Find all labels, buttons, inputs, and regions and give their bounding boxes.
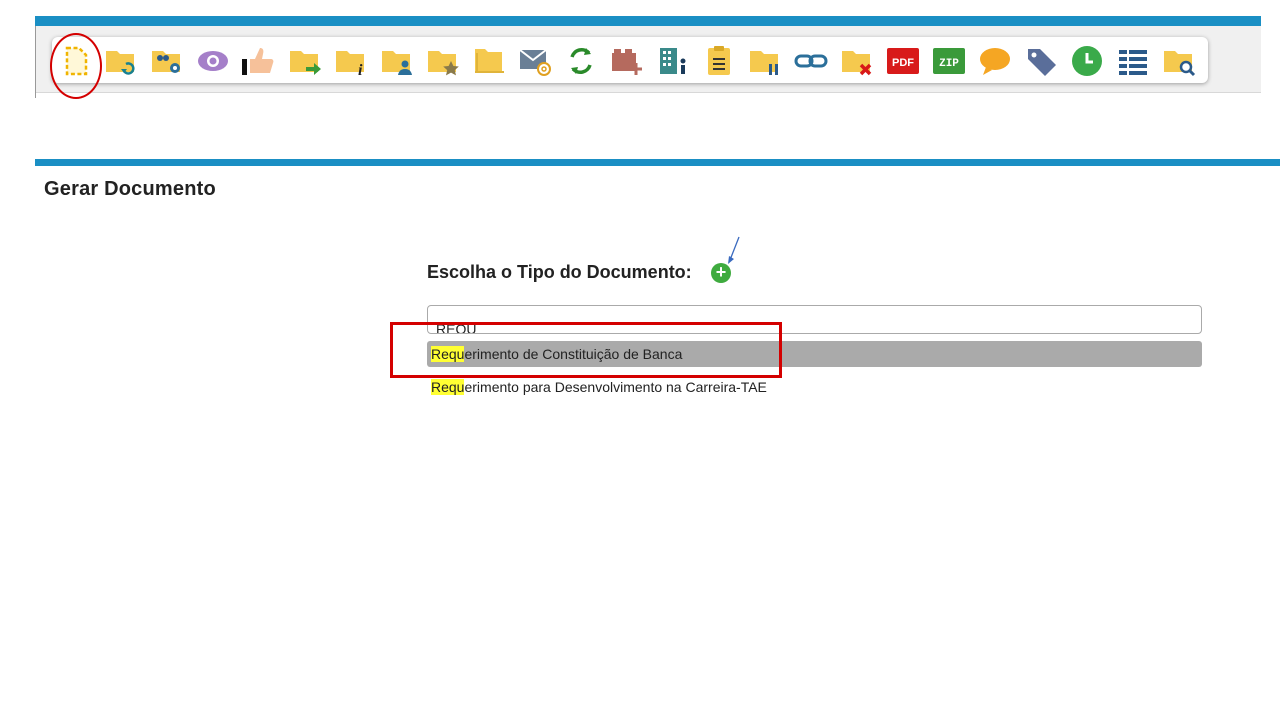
folder-info-icon[interactable]: i [334, 45, 368, 77]
comment-icon[interactable] [978, 45, 1012, 77]
tag-icon[interactable] [1024, 45, 1058, 77]
folder-sync-icon[interactable] [104, 45, 138, 77]
top-accent-bar [35, 16, 1261, 26]
page-title: Gerar Documento [44, 178, 216, 200]
pdf-icon[interactable]: PDF [886, 45, 920, 77]
folder-delete-icon[interactable] [840, 45, 874, 77]
toolbar-divider [35, 26, 36, 98]
svg-text:ZIP: ZIP [939, 58, 959, 70]
folder-forward-icon[interactable] [288, 45, 322, 77]
folder-search-icon[interactable] [1162, 45, 1196, 77]
add-document-type-button[interactable]: + [711, 263, 731, 283]
folder-people-settings-icon[interactable] [150, 45, 184, 77]
annotation-circle [50, 33, 102, 99]
clock-icon[interactable] [1070, 45, 1104, 77]
annotation-rectangle [390, 322, 782, 378]
list-icon[interactable] [1116, 45, 1150, 77]
eye-icon[interactable] [196, 45, 230, 77]
folder-pause-icon[interactable] [748, 45, 782, 77]
mail-at-icon[interactable] [518, 45, 552, 77]
result-match-highlight: Requ [431, 379, 465, 395]
briefcase-add-icon[interactable] [610, 45, 644, 77]
building-person-icon[interactable] [656, 45, 690, 77]
folder-user-icon[interactable] [380, 45, 414, 77]
annotation-arrow [728, 236, 740, 264]
folder-star-icon[interactable] [426, 45, 460, 77]
link-icon[interactable] [794, 45, 828, 77]
zip-icon[interactable]: ZIP [932, 45, 966, 77]
folder-open-icon[interactable] [472, 45, 506, 77]
process-toolbar: i PDF ZIP [52, 37, 1208, 83]
svg-text:PDF: PDF [892, 57, 914, 69]
section-accent-bar [35, 159, 1280, 166]
sync-icon[interactable] [564, 45, 598, 77]
result-item-label: erimento para Desenvolvimento na Carreir… [464, 379, 767, 395]
clipboard-icon[interactable] [702, 45, 736, 77]
svg-text:i: i [358, 62, 363, 77]
document-type-label: Escolha o Tipo do Documento: [427, 262, 692, 282]
thumbs-up-icon[interactable] [242, 45, 276, 77]
